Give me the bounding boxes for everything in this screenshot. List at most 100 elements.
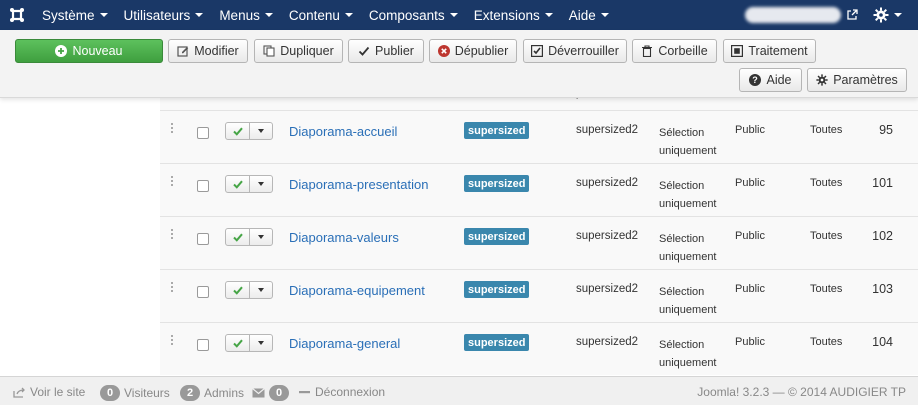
batch-button-label: Traitement: [748, 44, 808, 58]
status-dropdown-toggle[interactable]: [250, 335, 272, 351]
drag-handle-icon[interactable]: [171, 282, 175, 294]
publish-button[interactable]: Publier: [348, 39, 424, 63]
drag-handle-icon[interactable]: [171, 335, 175, 347]
caret-down-icon: [264, 13, 273, 17]
caret-down-icon: [195, 13, 204, 17]
menu-assignment-line2: uniquement: [659, 198, 717, 210]
access-level: Public: [735, 283, 765, 295]
envelope-icon: [252, 388, 265, 398]
publish-status-toggle[interactable]: [225, 334, 273, 352]
menu-assignment: Sélection uniquement: [659, 336, 717, 372]
menu-contenu[interactable]: Contenu: [281, 0, 361, 30]
access-level: Public: [735, 230, 765, 242]
menu-utilisateurs[interactable]: Utilisateurs: [116, 0, 212, 30]
visitors-count-badge: 0: [100, 385, 120, 401]
menu-assignment-line1: Sélection: [659, 127, 705, 139]
trash-button[interactable]: Corbeille: [632, 39, 717, 63]
publish-status-toggle[interactable]: [225, 281, 273, 299]
published-check-icon[interactable]: [226, 123, 250, 139]
drag-handle-icon[interactable]: [171, 123, 175, 135]
table-row: Diaporama-general supersized supersized2…: [160, 322, 918, 375]
batch-button[interactable]: Traitement: [723, 39, 816, 63]
question-circle-icon: ?: [749, 74, 762, 86]
menu-assignment-line1: Sélection: [659, 339, 705, 351]
language: Toutes: [810, 283, 843, 295]
checkin-button[interactable]: Déverrouiller: [523, 39, 627, 63]
view-site-link[interactable]: Voir le site: [13, 385, 85, 399]
duplicate-button[interactable]: Dupliquer: [254, 39, 343, 63]
menu-assignment-line1: Sélection: [659, 286, 705, 298]
menu-systeme[interactable]: Système: [34, 0, 116, 30]
options-button[interactable]: Paramètres: [807, 68, 907, 92]
module-title-link[interactable]: Diaporama-valeurs: [289, 230, 399, 245]
drag-handle-icon[interactable]: [171, 229, 175, 241]
module-title-link[interactable]: Diaporama-accueil: [289, 124, 397, 139]
menu-aide[interactable]: Aide: [561, 0, 617, 30]
menu-composants[interactable]: Composants: [361, 0, 466, 30]
new-button[interactable]: Nouveau: [15, 39, 163, 63]
row-checkbox[interactable]: [197, 127, 209, 139]
batch-icon: [731, 45, 744, 57]
status-dropdown-toggle[interactable]: [250, 282, 272, 298]
caret-down-icon: [894, 13, 902, 17]
row-checkbox[interactable]: [197, 286, 209, 298]
row-checkbox[interactable]: [197, 180, 209, 192]
module-title-link[interactable]: Diaporama-equipement: [289, 283, 425, 298]
site-name-redacted[interactable]: [745, 7, 841, 23]
drag-handle-icon[interactable]: [171, 176, 175, 188]
messages-indicator[interactable]: 0: [252, 385, 289, 401]
menu-menus[interactable]: Menus: [211, 0, 281, 30]
publish-status-toggle[interactable]: [225, 228, 273, 246]
settings-dropdown[interactable]: [873, 6, 902, 24]
position-badge: supersized: [464, 334, 530, 351]
status-dropdown-toggle[interactable]: [250, 123, 272, 139]
share-icon: [13, 387, 25, 398]
menu-extensions[interactable]: Extensions: [466, 0, 561, 30]
menu-assignment-line2: uniquement: [659, 251, 717, 263]
caret-down-icon: [344, 13, 353, 17]
position-badge: supersized: [464, 228, 530, 245]
caret-down-icon: [258, 341, 264, 345]
publish-status-toggle[interactable]: [225, 122, 273, 140]
published-check-icon[interactable]: [226, 176, 250, 192]
edit-button-label: Modifier: [194, 44, 239, 58]
unpublish-button[interactable]: Dépublier: [429, 39, 517, 63]
caret-down-icon: [99, 13, 108, 17]
publish-status-toggle[interactable]: [225, 175, 273, 193]
caret-down-icon: [258, 288, 264, 292]
module-type: supersized2: [576, 230, 639, 242]
table-row: Diaporama-equipement supersized supersiz…: [160, 269, 918, 322]
external-link-icon[interactable]: [846, 9, 858, 21]
row-checkbox[interactable]: [197, 233, 209, 245]
caret-down-icon: [600, 13, 609, 17]
visitors-indicator: 0 Visiteurs: [100, 385, 170, 401]
caret-down-icon: [258, 235, 264, 239]
minus-icon: [299, 391, 310, 394]
status-bar: Voir le site 0 Visiteurs 2 Admins 0 Déco…: [0, 376, 918, 405]
published-check-icon[interactable]: [226, 282, 250, 298]
position-badge: supersized: [464, 281, 530, 298]
menu-assignment-line2: uniquement: [659, 145, 717, 157]
logout-link[interactable]: Déconnexion: [298, 385, 385, 399]
status-dropdown-toggle[interactable]: [250, 176, 272, 192]
caret-down-icon: [544, 13, 553, 17]
module-title-link[interactable]: Diaporama-general: [289, 336, 400, 351]
table-row: Diaporama-presentation supersized supers…: [160, 163, 918, 216]
edit-button[interactable]: Modifier: [168, 39, 248, 63]
row-checkbox[interactable]: [197, 339, 209, 351]
module-id: 95: [879, 123, 893, 137]
joomla-logo-icon[interactable]: [0, 0, 34, 30]
trash-icon: [642, 45, 653, 57]
module-title-link[interactable]: Diaporama-presentation: [289, 177, 428, 192]
help-button[interactable]: ? Aide: [739, 68, 802, 92]
check-icon: [358, 46, 370, 56]
edit-icon: [177, 46, 189, 57]
table-row: Diaporama-valeurs supersized supersized2…: [160, 216, 918, 269]
published-check-icon[interactable]: [226, 229, 250, 245]
checkin-button-label: Déverrouiller: [548, 44, 619, 58]
language: Toutes: [810, 124, 843, 136]
position-badge: supersized: [464, 175, 530, 192]
gear-icon: [873, 7, 889, 23]
status-dropdown-toggle[interactable]: [250, 229, 272, 245]
published-check-icon[interactable]: [226, 335, 250, 351]
